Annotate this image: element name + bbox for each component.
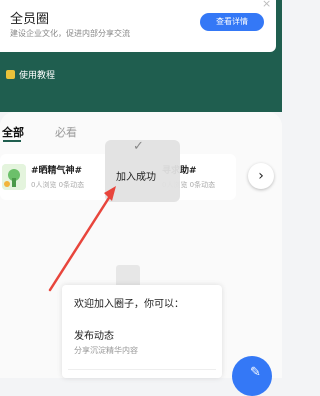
circle-description: 建设企业文化，促进内部分享交流 — [10, 29, 130, 38]
topic-title[interactable]: #晒精气神# — [31, 163, 82, 176]
post-update-description: 分享沉淀精华内容 — [74, 346, 138, 355]
topic-thumbnail-image[interactable] — [2, 164, 26, 190]
circle-title: 全员圈 — [10, 12, 50, 27]
tab-all[interactable]: 全部 — [2, 124, 24, 140]
view-details-button[interactable]: 查看详情 — [200, 13, 264, 31]
close-icon[interactable]: × — [262, 0, 271, 10]
active-tab-indicator — [3, 140, 21, 142]
toast-message: 加入成功 — [116, 172, 156, 183]
post-update-option[interactable]: 发布动态 — [74, 327, 114, 342]
topic-stats: 0人浏览 0条动态 — [31, 181, 85, 189]
tab-must-read[interactable]: 必看 — [55, 124, 77, 140]
tutorial-icon[interactable] — [6, 70, 15, 79]
tutorial-link[interactable]: 使用教程 — [19, 68, 55, 81]
chevron-right-icon[interactable]: › — [248, 163, 274, 189]
checkmark-icon: ✓ — [133, 139, 144, 154]
welcome-title: 欢迎加入圈子，你可以： — [74, 299, 184, 310]
menu-divider — [68, 369, 216, 370]
